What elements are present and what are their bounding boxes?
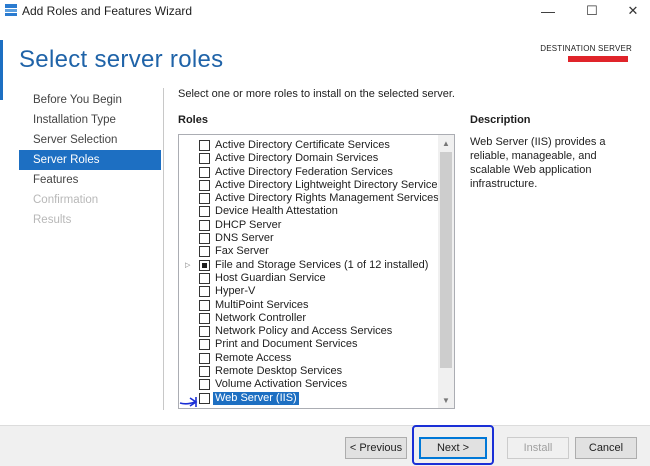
role-checkbox[interactable] [199, 140, 210, 151]
role-checkbox[interactable] [199, 352, 210, 364]
description-heading: Description [470, 114, 531, 126]
cancel-button[interactable]: Cancel [575, 437, 637, 459]
wizard-nav: Before You Begin Installation Type Server … [19, 90, 161, 230]
window-edge-accent [0, 40, 3, 100]
page-title: Select server roles [19, 46, 224, 73]
role-row[interactable]: Remote Desktop Services [179, 365, 437, 378]
nav-item-results: Results [33, 214, 72, 226]
roles-heading: Roles [178, 114, 208, 126]
role-row[interactable]: ▷ File and Storage Services (1 of 12 inst… [179, 259, 437, 272]
window-title: Add Roles and Features Wizard [22, 4, 193, 18]
role-label: Print and Document Services [215, 338, 358, 351]
roles-scrollbar[interactable]: ▲ ▼ [438, 135, 454, 408]
nav-item-features[interactable]: Features [19, 170, 161, 190]
scroll-up-icon[interactable]: ▲ [438, 135, 454, 151]
roles-list-box[interactable]: Active Directory Certificate Services Act… [178, 134, 455, 409]
role-row[interactable]: Host Guardian Service [179, 272, 437, 285]
nav-item-confirmation: Confirmation [33, 194, 99, 206]
role-checkbox[interactable] [199, 366, 210, 378]
roles-list: Active Directory Certificate Services Act… [179, 139, 443, 405]
role-checkbox[interactable] [199, 233, 210, 245]
role-row[interactable]: Active Directory Lightweight Directory S… [179, 179, 443, 192]
nav-item-before-you-begin[interactable]: Before You Begin [19, 90, 161, 110]
role-row[interactable]: DHCP Server [179, 219, 437, 232]
minimize-button[interactable]: — [533, 2, 563, 20]
annotation-highlight-box [412, 425, 494, 465]
scroll-down-icon[interactable]: ▼ [438, 392, 454, 408]
role-label: Active Directory Rights Management Servi… [215, 192, 439, 205]
install-button[interactable]: Install [507, 437, 569, 459]
scroll-thumb[interactable] [440, 152, 452, 368]
server-manager-icon [4, 3, 18, 17]
role-label: Active Directory Domain Services [215, 152, 379, 165]
close-button[interactable]: ✕ [618, 2, 648, 20]
role-label: MultiPoint Services [215, 298, 309, 311]
role-row[interactable]: MultiPoint Services [179, 299, 437, 312]
role-checkbox[interactable] [199, 206, 210, 218]
role-label: Active Directory Certificate Services [215, 139, 390, 151]
role-checkbox[interactable] [199, 179, 210, 191]
role-row[interactable]: Fax Server [179, 245, 437, 258]
destination-server-label: DESTINATION SERVER [540, 44, 632, 53]
role-checkbox[interactable] [199, 379, 210, 391]
nav-item-server-roles[interactable]: Server Roles [19, 150, 161, 170]
role-checkbox[interactable] [199, 166, 210, 178]
role-checkbox[interactable] [199, 286, 210, 298]
role-checkbox[interactable] [199, 339, 210, 351]
role-row[interactable]: DNS Server [179, 232, 437, 245]
role-row[interactable]: Network Policy and Access Services [179, 325, 437, 338]
annotation-arrow-icon [179, 397, 198, 407]
role-row[interactable]: Print and Document Services [179, 338, 437, 351]
role-row[interactable]: Device Health Attestation [179, 205, 437, 218]
role-checkbox[interactable] [199, 153, 210, 165]
role-label: Device Health Attestation [215, 205, 338, 218]
role-checkbox[interactable] [199, 326, 210, 338]
role-label: DNS Server [215, 232, 274, 245]
role-label: Remote Desktop Services [215, 365, 343, 378]
role-checkbox[interactable] [199, 272, 210, 284]
expand-chevron-icon[interactable]: ▷ [185, 259, 190, 272]
role-row[interactable]: Network Controller [179, 312, 437, 325]
role-label: File and Storage Services (1 of 12 insta… [215, 258, 429, 271]
role-checkbox[interactable] [199, 312, 210, 324]
role-row[interactable]: Web Server (IIS) [179, 391, 437, 405]
role-checkbox[interactable] [199, 219, 210, 231]
role-row[interactable]: Active Directory Rights Management Servi… [179, 192, 439, 205]
nav-item-installation-type[interactable]: Installation Type [19, 110, 161, 130]
role-label: Active Directory Lightweight Directory S… [215, 178, 444, 191]
role-row[interactable]: Active Directory Domain Services [179, 152, 437, 165]
role-label: Active Directory Federation Services [215, 165, 393, 178]
role-label: Web Server (IIS) [213, 391, 299, 405]
role-label: Hyper-V [215, 285, 256, 298]
nav-item-server-selection[interactable]: Server Selection [19, 130, 161, 150]
role-row[interactable]: Volume Activation Services [179, 378, 437, 391]
role-label: Network Controller [215, 311, 307, 324]
role-checkbox[interactable] [199, 299, 210, 311]
role-row[interactable]: Active Directory Federation Services [179, 166, 437, 179]
role-label: Network Policy and Access Services [215, 325, 393, 338]
title-bar: Add Roles and Features Wizard — ☐ ✕ [0, 0, 650, 22]
role-label: Fax Server [215, 245, 269, 258]
role-checkbox[interactable] [199, 246, 210, 258]
role-label: DHCP Server [215, 218, 282, 231]
role-row[interactable]: Active Directory Certificate Services [179, 139, 437, 152]
role-row[interactable]: Hyper-V [179, 285, 437, 298]
role-label: Volume Activation Services [215, 378, 348, 391]
description-text: Web Server (IIS) provides a reliable, ma… [470, 136, 606, 190]
role-row[interactable]: Remote Access [179, 352, 437, 365]
role-label: Host Guardian Service [215, 271, 326, 284]
previous-button[interactable]: < Previous [345, 437, 407, 459]
role-checkbox[interactable] [199, 259, 210, 271]
role-checkbox[interactable] [199, 193, 210, 205]
instruction-text: Select one or more roles to install on t… [178, 88, 455, 100]
nav-divider [163, 88, 164, 410]
maximize-button[interactable]: ☐ [577, 2, 607, 20]
role-label: Remote Access [215, 351, 292, 364]
destination-server-redacted [568, 56, 628, 62]
